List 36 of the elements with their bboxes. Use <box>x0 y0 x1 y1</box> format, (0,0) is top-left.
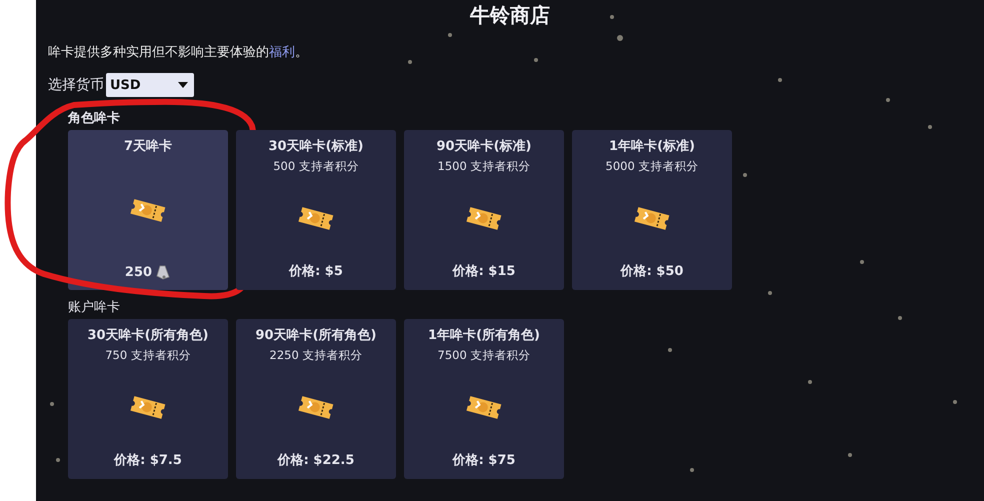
card-title: 1年哞卡(所有角色) <box>428 327 540 344</box>
price-label: 价格: $15 <box>452 263 516 280</box>
price-label: 价格: $75 <box>452 452 516 469</box>
points-label: 7500 支持者积分 <box>438 348 530 363</box>
shop-card[interactable]: 7天哞卡 250 <box>68 130 228 290</box>
shop-card[interactable]: 90天哞卡(标准) 1500 支持者积分 价格: $15 <box>404 130 564 290</box>
shop-card[interactable]: 1年哞卡(标准) 5000 支持者积分 价格: $50 <box>572 130 732 290</box>
shop-card[interactable]: 90天哞卡(所有角色) 2250 支持者积分 价格: $22.5 <box>236 319 396 479</box>
currency-dropdown[interactable]: USD <box>106 73 194 97</box>
points-label: 2250 支持者积分 <box>270 348 362 363</box>
price-label: 价格: $7.5 <box>114 452 182 469</box>
benefits-link[interactable]: 福利 <box>269 45 295 60</box>
card-title: 7天哞卡 <box>124 138 172 155</box>
section-heading: 账户哞卡 <box>68 299 121 316</box>
caret-icon <box>178 82 188 88</box>
card-title: 90天哞卡(标准) <box>436 138 532 155</box>
card-title: 30天哞卡(所有角色) <box>88 327 208 344</box>
points-label: 500 支持者积分 <box>273 159 359 174</box>
card-title: 30天哞卡(标准) <box>268 138 364 155</box>
shop-card[interactable]: 30天哞卡(标准) 500 支持者积分 价格: $5 <box>236 130 396 290</box>
shop-card[interactable]: 30天哞卡(所有角色) 750 支持者积分 价格: $7.5 <box>68 319 228 479</box>
price-label: 价格: $50 <box>620 263 684 280</box>
price-label: 价格: $5 <box>289 263 343 280</box>
card-title: 1年哞卡(标准) <box>609 138 695 155</box>
price-label: 价格: $22.5 <box>278 452 354 469</box>
points-label: 5000 支持者积分 <box>606 159 698 174</box>
page-title: 牛铃商店 <box>470 2 550 29</box>
intro-text: 哞卡提供多种实用但不影响主要体验的福利。 <box>48 44 309 61</box>
card-title: 90天哞卡(所有角色) <box>256 327 376 344</box>
shop-card[interactable]: 1年哞卡(所有角色) 7500 支持者积分 价格: $75 <box>404 319 564 479</box>
points-label: 1500 支持者积分 <box>438 159 530 174</box>
price-label: 250 <box>124 264 172 280</box>
section-heading: 角色哞卡 <box>68 110 121 127</box>
currency-label: 选择货币 <box>48 76 104 94</box>
cowbell-icon <box>155 264 172 280</box>
points-label: 750 支持者积分 <box>105 348 191 363</box>
